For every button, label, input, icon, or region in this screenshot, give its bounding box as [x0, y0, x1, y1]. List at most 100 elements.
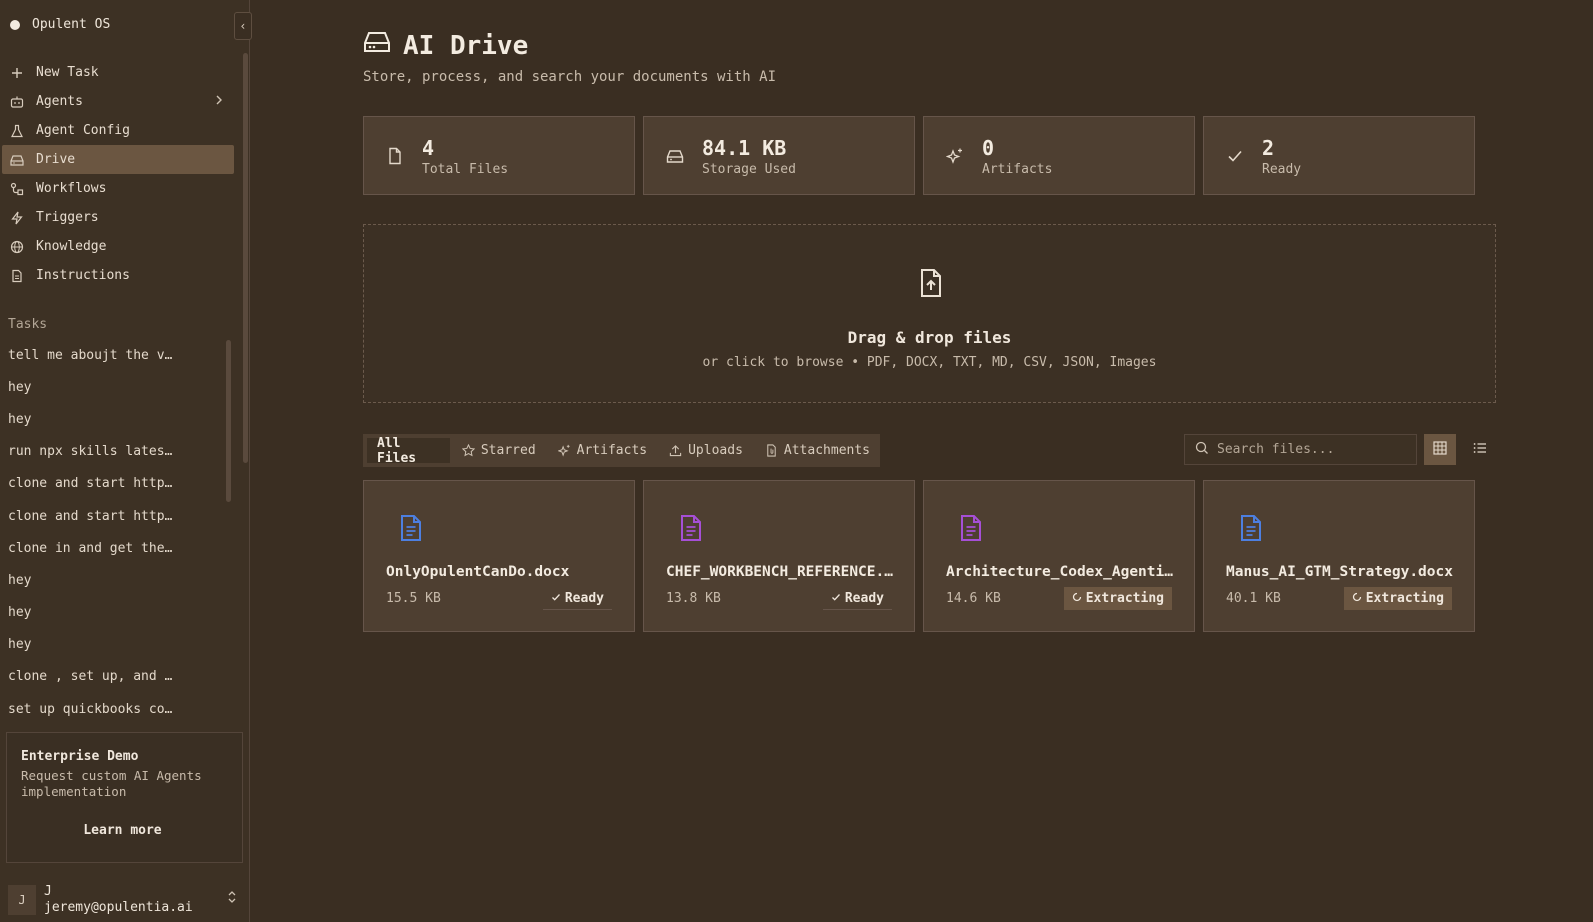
task-item[interactable]: hey — [8, 371, 223, 403]
task-item[interactable]: clone and start http… — [8, 468, 223, 500]
list-icon — [1473, 441, 1487, 459]
stat-card-storage-used: 84.1 KB Storage Used — [643, 116, 915, 195]
file-card[interactable]: CHEF_WORKBENCH_REFERENCE.… 13.8 KB Ready — [643, 480, 915, 632]
sidebar-item-triggers[interactable]: Triggers — [2, 203, 234, 232]
bot-icon — [10, 95, 24, 109]
file-card[interactable]: Architecture_Codex_Agenti… 14.6 KB Extra… — [923, 480, 1195, 632]
loading-spinner-icon — [1072, 591, 1082, 606]
stat-label: Total Files — [422, 162, 509, 177]
user-email: jeremy@opulentia.ai — [44, 900, 193, 915]
sidebar-item-label: Instructions — [36, 268, 130, 283]
upload-dropzone[interactable]: Drag & drop files or click to browse • P… — [363, 224, 1496, 403]
promo-title: Enterprise Demo — [21, 749, 139, 764]
tab-attachments[interactable]: Attachments — [755, 438, 880, 463]
file-name: Architecture_Codex_Agenti… — [946, 564, 1173, 580]
task-item[interactable]: clone , set up, and … — [8, 661, 223, 693]
status-badge: Ready — [822, 587, 892, 610]
sidebar-item-instructions[interactable]: Instructions — [2, 261, 234, 290]
check-icon — [831, 591, 841, 606]
promo-description: Request custom AI Agents implementation — [21, 768, 202, 799]
page-title: AI Drive — [363, 30, 776, 61]
grid-view-button[interactable] — [1424, 434, 1456, 465]
sidebar-scrollbar[interactable] — [243, 53, 248, 463]
task-item[interactable]: set up quickbooks co… — [8, 693, 223, 725]
tab-uploads[interactable]: Uploads — [659, 438, 753, 463]
tab-all-files[interactable]: All Files — [367, 436, 450, 466]
learn-more-button[interactable]: Learn more — [21, 814, 224, 846]
sidebar-item-label: Knowledge — [36, 239, 107, 254]
task-item[interactable]: hey — [8, 597, 223, 629]
list-view-button[interactable] — [1464, 434, 1496, 465]
file-name: OnlyOpulentCanDo.docx — [386, 564, 570, 580]
tasks-heading: Tasks — [8, 317, 48, 332]
drive-icon — [363, 30, 391, 61]
status-badge: Ready — [542, 587, 612, 610]
stat-value: 0 — [982, 136, 995, 160]
status-label: Ready — [844, 590, 884, 606]
stat-label: Artifacts — [982, 162, 1053, 177]
document-icon — [958, 514, 984, 542]
tasks-scrollbar[interactable] — [226, 340, 231, 502]
lightning-icon — [10, 211, 24, 225]
user-menu[interactable]: J J jeremy@opulentia.ai — [8, 884, 243, 920]
tab-artifacts[interactable]: Artifacts — [548, 438, 657, 463]
enterprise-demo-card: Enterprise Demo Request custom AI Agents… — [6, 732, 243, 863]
sidebar-item-agents[interactable]: Agents — [2, 87, 234, 116]
search-icon — [1195, 441, 1209, 459]
sparkles-icon — [557, 444, 571, 457]
sidebar-item-agent-config[interactable]: Agent Config — [2, 116, 234, 145]
chevron-left-icon: ‹ — [239, 19, 247, 33]
stat-card-ready: 2 Ready — [1203, 116, 1475, 195]
sidebar-item-knowledge[interactable]: Knowledge — [2, 232, 234, 261]
file-size: 13.8 KB — [666, 591, 721, 606]
task-item[interactable]: run npx skills lates… — [8, 436, 223, 468]
stat-label: Storage Used — [702, 162, 796, 177]
sidebar-item-new-task[interactable]: New Task — [2, 58, 234, 87]
brand[interactable]: Opulent OS — [10, 17, 110, 32]
chevron-right-icon — [214, 94, 224, 110]
plus-icon — [10, 66, 24, 80]
drive-icon — [666, 147, 684, 165]
file-card[interactable]: Manus_AI_GTM_Strategy.docx 40.1 KB Extra… — [1203, 480, 1475, 632]
star-icon — [461, 443, 476, 457]
tab-starred[interactable]: Starred — [452, 438, 546, 463]
search-input[interactable] — [1217, 442, 1407, 457]
brand-logo-icon — [10, 19, 20, 30]
globe-icon — [10, 240, 24, 254]
brand-name: Opulent OS — [32, 17, 111, 32]
check-icon — [551, 591, 561, 606]
task-item[interactable]: hey — [8, 629, 223, 661]
user-name: J — [44, 884, 52, 899]
task-item[interactable]: hey — [8, 403, 223, 435]
sidebar-nav: New Task Agents Agent Config Drive Workf… — [2, 58, 234, 290]
page-header: AI Drive Store, process, and search your… — [363, 30, 776, 86]
tab-label: Uploads — [688, 443, 743, 458]
file-card[interactable]: OnlyOpulentCanDo.docx 15.5 KB Ready — [363, 480, 635, 632]
file-grid: OnlyOpulentCanDo.docx 15.5 KB Ready CHEF… — [363, 480, 1496, 632]
document-icon — [10, 269, 24, 283]
stat-card-total-files: 4 Total Files — [363, 116, 635, 195]
status-badge: Extracting — [1343, 587, 1452, 610]
file-upload-icon — [917, 268, 945, 298]
chevron-up-down-icon[interactable] — [227, 890, 237, 905]
task-item[interactable]: clone and start http… — [8, 500, 223, 532]
task-list: tell me aboujt the v… hey hey run npx sk… — [8, 339, 223, 725]
document-icon — [398, 514, 424, 542]
sidebar-item-label: Agents — [36, 94, 83, 109]
stat-card-artifacts: 0 Artifacts — [923, 116, 1195, 195]
status-label: Extracting — [1365, 591, 1444, 606]
loading-spinner-icon — [1352, 591, 1362, 606]
file-name: Manus_AI_GTM_Strategy.docx — [1226, 564, 1453, 580]
stat-value: 2 — [1262, 136, 1275, 160]
status-label: Extracting — [1085, 591, 1164, 606]
upload-icon — [669, 444, 682, 457]
sidebar-item-drive[interactable]: Drive — [2, 145, 234, 174]
task-item[interactable]: hey — [8, 564, 223, 596]
task-item[interactable]: tell me aboujt the v… — [8, 339, 223, 371]
task-item[interactable]: clone in and get the… — [8, 532, 223, 564]
tab-label: Starred — [480, 443, 536, 458]
tab-label: Attachments — [783, 443, 870, 458]
drive-icon — [10, 153, 24, 167]
sidebar-item-workflows[interactable]: Workflows — [2, 174, 234, 203]
page-title-text: AI Drive — [403, 30, 529, 61]
